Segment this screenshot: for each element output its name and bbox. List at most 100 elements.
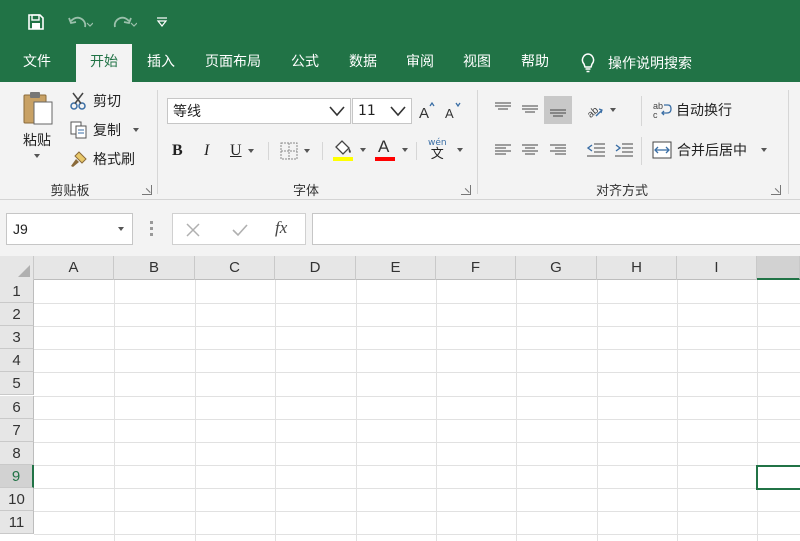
underline-button[interactable]: U <box>230 140 254 162</box>
alignment-dialog-launcher-icon[interactable] <box>771 185 781 195</box>
tab-formulas[interactable]: 公式 <box>282 44 328 82</box>
align-top-button[interactable] <box>490 96 516 122</box>
tab-view[interactable]: 视图 <box>452 44 502 82</box>
row-header-4[interactable]: 4 <box>0 349 34 372</box>
increase-indent-button[interactable] <box>612 137 636 163</box>
formula-bar-splitter[interactable] <box>150 221 153 237</box>
name-box-dropdown-icon[interactable] <box>118 227 124 231</box>
copy-button[interactable]: 复制 <box>70 119 139 141</box>
align-left-icon <box>495 144 511 155</box>
wrap-text-button[interactable]: ab c 自动换行 <box>652 98 732 122</box>
borders-button[interactable] <box>280 140 310 162</box>
align-left-button[interactable] <box>490 137 516 163</box>
column-header-d[interactable]: D <box>275 256 356 280</box>
underline-dropdown-icon[interactable] <box>247 149 254 153</box>
copy-dropdown-icon[interactable] <box>133 128 139 132</box>
row-header-5[interactable]: 5 <box>0 372 34 395</box>
merge-center-button[interactable]: 合并后居中 <box>652 138 767 162</box>
column-header-i[interactable]: I <box>677 256 757 280</box>
font-color-dropdown-icon[interactable] <box>402 148 408 152</box>
row-header-2[interactable]: 2 <box>0 303 34 326</box>
orientation-button[interactable]: ab <box>584 98 616 122</box>
merge-center-dropdown-icon[interactable] <box>761 148 767 152</box>
gridline <box>34 511 800 512</box>
copy-icon <box>70 121 87 139</box>
title-bar <box>0 0 800 44</box>
scissors-icon <box>70 92 86 110</box>
decrease-indent-icon <box>586 143 605 157</box>
row-header-3[interactable]: 3 <box>0 326 34 349</box>
decrease-font-size-button[interactable]: A <box>444 100 462 122</box>
fill-color-dropdown-icon[interactable] <box>360 148 366 152</box>
borders-dropdown-icon[interactable] <box>304 149 310 153</box>
lightbulb-icon <box>581 53 595 73</box>
cut-button[interactable]: 剪切 <box>70 90 121 112</box>
tab-insert[interactable]: 插入 <box>136 44 186 82</box>
gridline <box>34 372 800 373</box>
enter-check-icon[interactable] <box>231 222 249 238</box>
column-header-g[interactable]: G <box>516 256 597 280</box>
increase-font-size-button[interactable]: A <box>418 100 436 122</box>
format-painter-button[interactable]: 格式刷 <box>70 148 135 170</box>
svg-text:A: A <box>419 105 429 121</box>
gridline <box>275 280 276 541</box>
bold-button[interactable]: B <box>172 140 183 162</box>
align-center-icon <box>522 144 538 155</box>
tab-review[interactable]: 审阅 <box>396 44 444 82</box>
align-middle-button[interactable] <box>516 96 544 122</box>
tab-home[interactable]: 开始 <box>76 44 132 82</box>
column-header-f[interactable]: F <box>436 256 516 280</box>
select-all-button[interactable] <box>0 256 34 280</box>
formula-input[interactable] <box>312 213 800 245</box>
phonetic-guide-button[interactable]: wén 文 <box>428 136 463 164</box>
font-size-select[interactable]: 11 <box>352 98 412 124</box>
orientation-dropdown-icon[interactable] <box>610 108 616 112</box>
tab-file[interactable]: 文件 <box>8 44 66 82</box>
phonetic-dropdown-icon[interactable] <box>456 148 463 152</box>
row-header-10[interactable]: 10 <box>0 488 34 511</box>
align-bottom-button[interactable] <box>544 96 572 124</box>
tab-data[interactable]: 数据 <box>338 44 388 82</box>
row-header-7[interactable]: 7 <box>0 419 34 442</box>
column-header-j[interactable]: J <box>757 256 800 280</box>
gridline <box>677 280 678 541</box>
column-header-h[interactable]: H <box>597 256 677 280</box>
active-cell-j9[interactable] <box>756 465 800 490</box>
tell-me-search[interactable]: 操作说明搜索 <box>580 44 692 82</box>
insert-function-button[interactable]: fx <box>275 218 287 238</box>
redo-icon[interactable] <box>106 10 142 34</box>
row-header-11[interactable]: 11 <box>0 511 34 534</box>
column-header-e[interactable]: E <box>356 256 436 280</box>
row-header-9[interactable]: 9 <box>0 465 34 488</box>
row-header-1[interactable]: 1 <box>0 280 34 303</box>
save-icon[interactable] <box>24 10 48 34</box>
font-dialog-launcher-icon[interactable] <box>461 185 471 195</box>
row-header-8[interactable]: 8 <box>0 442 34 465</box>
font-color-button[interactable]: A <box>374 137 408 163</box>
fill-color-button[interactable] <box>332 137 366 163</box>
font-name-select[interactable]: 等线 <box>167 98 351 124</box>
paste-button[interactable]: 粘贴 <box>18 90 56 158</box>
align-center-button[interactable] <box>516 137 544 163</box>
worksheet-grid[interactable]: A B C D E F G H I J 1 2 3 4 5 6 7 8 9 10… <box>0 256 800 541</box>
align-right-button[interactable] <box>544 137 572 163</box>
italic-button[interactable]: I <box>204 140 209 162</box>
gridline <box>34 396 800 397</box>
paste-dropdown-icon <box>34 154 40 158</box>
tab-help[interactable]: 帮助 <box>510 44 560 82</box>
row-header-6[interactable]: 6 <box>0 396 34 419</box>
column-header-a[interactable]: A <box>34 256 114 280</box>
decrease-indent-button[interactable] <box>584 137 608 163</box>
clipboard-dialog-launcher-icon[interactable] <box>142 185 152 195</box>
name-box[interactable]: J9 <box>6 213 133 245</box>
column-header-c[interactable]: C <box>195 256 275 280</box>
tell-me-label: 操作说明搜索 <box>608 56 692 72</box>
gridline <box>114 280 115 541</box>
chevron-down-icon <box>329 106 345 117</box>
column-header-b[interactable]: B <box>114 256 195 280</box>
ribbon-divider <box>641 137 642 165</box>
cancel-icon[interactable] <box>185 222 201 238</box>
undo-icon[interactable] <box>62 10 98 34</box>
tab-page-layout[interactable]: 页面布局 <box>194 44 272 82</box>
customize-quick-access-icon[interactable] <box>152 10 172 34</box>
